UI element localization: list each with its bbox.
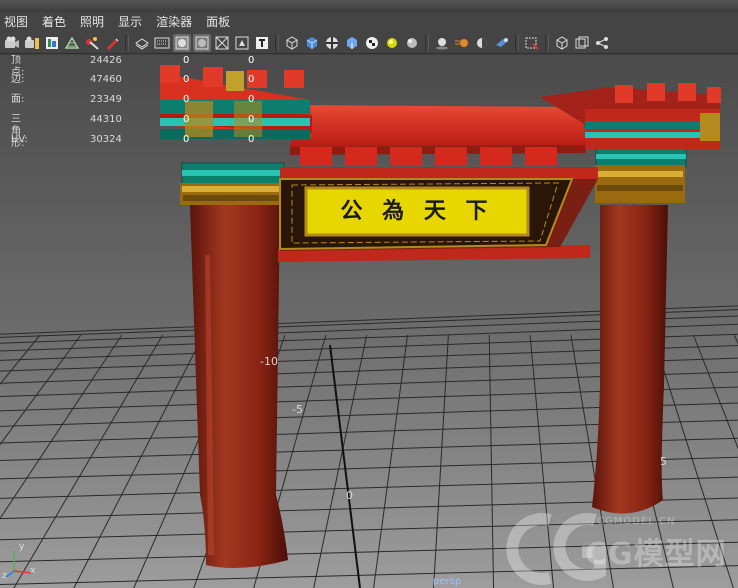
cube-outline-icon[interactable] <box>553 34 571 52</box>
watermark-domain: CGMODEL.CN <box>597 516 676 527</box>
camera-name-label: persp <box>433 576 462 587</box>
checker-ball-icon[interactable] <box>323 34 341 52</box>
hud-comp-vertices: 0 <box>248 55 255 66</box>
perspective-viewport[interactable]: 公 為 天 下 顶点: 24426 0 0 边: 47460 0 0 面: 23… <box>0 55 738 588</box>
shaded-box-icon[interactable] <box>173 33 191 52</box>
smooth-shade-icon[interactable] <box>153 34 171 52</box>
grid-label-neg5: -5 <box>292 403 303 416</box>
wireframe-icon[interactable] <box>133 34 151 52</box>
hud-comp-triangles: 0 <box>248 114 255 125</box>
menu-shading[interactable]: 着色 <box>35 12 73 32</box>
toolbar-separator <box>515 34 519 51</box>
sphere-icon[interactable] <box>403 34 421 52</box>
plaque-text: 公 為 天 下 <box>340 198 494 224</box>
motion-blur-icon[interactable] <box>453 34 471 52</box>
shaded-box-alt-icon[interactable] <box>343 34 361 52</box>
menu-panels[interactable]: 面板 <box>199 12 237 32</box>
menu-renderer[interactable]: 渲染器 <box>149 12 199 32</box>
camera-bookmark-icon[interactable] <box>23 34 41 52</box>
hud-comp-edges: 0 <box>248 74 255 85</box>
resolution-gate-icon[interactable] <box>573 34 591 52</box>
snapshot-icon[interactable] <box>523 34 541 52</box>
hud-sel-faces: 0 <box>183 94 190 105</box>
grid-label-zero: 0 <box>346 489 353 502</box>
texture-checker-icon[interactable] <box>363 34 381 52</box>
text-icon[interactable] <box>253 34 271 52</box>
toolbar-separator <box>125 34 129 51</box>
hud-value-triangles: 44310 <box>90 114 122 125</box>
toolbar-separator <box>545 34 549 51</box>
hud-value-vertices: 24426 <box>90 55 122 66</box>
hud-value-uvs: 30324 <box>90 134 122 145</box>
maya-window: 视图 着色 照明 显示 渲染器 面板 公 為 天 下 顶点: 24426 0 0… <box>0 0 738 588</box>
hud-sel-triangles: 0 <box>183 114 190 125</box>
axis-z-label: z <box>2 571 7 581</box>
hud-sel-vertices: 0 <box>183 55 190 66</box>
hierarchy-icon[interactable] <box>593 34 611 52</box>
hud-value-faces: 23349 <box>90 94 122 105</box>
anti-alias-icon[interactable] <box>473 34 491 52</box>
depth-of-field-icon[interactable] <box>493 34 511 52</box>
hud-label-uvs: UV: <box>11 134 28 145</box>
toolbar-separator <box>275 34 279 51</box>
camera-attribute-icon[interactable] <box>3 34 21 52</box>
panel-toolbar <box>0 32 738 54</box>
shaded-cube-icon[interactable] <box>303 34 321 52</box>
isolate-select-icon[interactable] <box>283 34 301 52</box>
menu-show[interactable]: 显示 <box>111 12 149 32</box>
hud-value-edges: 47460 <box>90 74 122 85</box>
hud-sel-uvs: 0 <box>183 134 190 145</box>
grid-label-neg10: -10 <box>260 355 278 368</box>
panel-menu-bar: 视图 着色 照明 显示 渲染器 面板 <box>0 12 738 32</box>
xray-icon[interactable] <box>213 34 231 52</box>
ambient-occlusion-icon[interactable] <box>433 34 451 52</box>
light-bulb-icon[interactable] <box>383 34 401 52</box>
axis-x-label: x <box>30 566 36 576</box>
toolbar-separator <box>425 34 429 51</box>
watermark-brand: CG模型网 <box>585 537 727 572</box>
select-camera-icon[interactable] <box>83 34 101 52</box>
hud-label-faces: 面: <box>11 94 25 105</box>
menu-view[interactable]: 视图 <box>0 12 35 32</box>
pen-icon[interactable] <box>103 34 121 52</box>
grid-label-5: 5 <box>660 455 667 468</box>
hud-comp-faces: 0 <box>248 94 255 105</box>
image-plane-icon[interactable] <box>43 34 61 52</box>
hud-comp-uvs: 0 <box>248 134 255 145</box>
texture-icon[interactable] <box>233 34 251 52</box>
axis-y-label: y <box>19 542 25 552</box>
hud-sel-edges: 0 <box>183 74 190 85</box>
axis-z-line <box>5 570 15 578</box>
menu-lighting[interactable]: 照明 <box>73 12 111 32</box>
hud-label-edges: 边: <box>11 74 25 85</box>
grid-icon[interactable] <box>63 34 81 52</box>
default-light-icon[interactable] <box>193 33 211 52</box>
